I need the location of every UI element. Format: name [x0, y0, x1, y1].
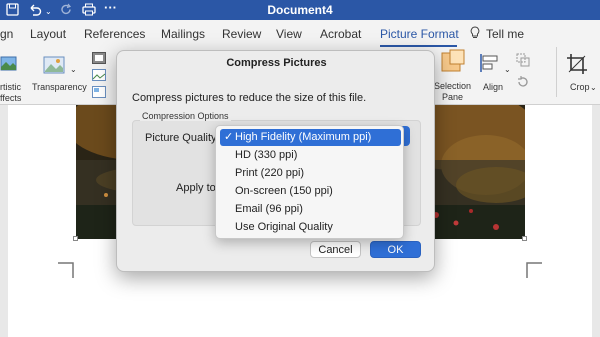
selection-pane-icon[interactable]: [440, 49, 466, 80]
align-label: Align: [483, 82, 504, 92]
picture-border-icon[interactable]: [92, 51, 106, 69]
artistic-effects-icon[interactable]: [0, 55, 18, 78]
resize-handle-bottom-left[interactable]: [73, 236, 78, 241]
dialog-title: Compress Pictures: [226, 57, 327, 69]
crop-dropdown-icon[interactable]: ⌄: [590, 82, 597, 93]
menu-item-label: Print (220 ppi): [235, 167, 305, 179]
tab-references[interactable]: References: [84, 27, 145, 41]
picture-quality-menu: ✓ High Fidelity (Maximum ppi) HD (330 pp…: [215, 125, 404, 239]
menu-item-label: High Fidelity (Maximum ppi): [235, 131, 372, 143]
cancel-button[interactable]: Cancel: [310, 241, 361, 258]
ribbon-divider: [556, 47, 557, 97]
transparency-label: Transparency: [32, 82, 87, 92]
checkmark-icon: ✓: [224, 131, 234, 143]
title-bar: ⌄ ··· Document4: [0, 0, 600, 20]
menu-item-original-quality[interactable]: Use Original Quality: [220, 219, 401, 236]
transparency-icon[interactable]: [43, 55, 67, 80]
tab-tell-me[interactable]: Tell me: [486, 27, 524, 41]
menu-item-print[interactable]: Print (220 ppi): [220, 165, 401, 182]
apply-to-label: Apply to: [176, 182, 216, 194]
crop-label: Crop: [570, 82, 590, 92]
ok-button[interactable]: OK: [370, 241, 421, 258]
margin-mark-right: [526, 262, 542, 278]
menu-item-email[interactable]: Email (96 ppi): [220, 201, 401, 218]
group-icon[interactable]: [516, 53, 530, 72]
tab-layout[interactable]: Layout: [30, 27, 66, 41]
selection-pane-label: Selection Pane: [434, 81, 472, 102]
tab-view[interactable]: View: [276, 27, 302, 41]
align-icon[interactable]: [479, 52, 501, 79]
margin-mark-left: [58, 262, 74, 278]
tab-review[interactable]: Review: [222, 27, 261, 41]
picture-effects-icon[interactable]: [92, 68, 106, 86]
crop-icon[interactable]: [566, 53, 588, 80]
rotate-icon[interactable]: [516, 75, 530, 94]
dialog-description: Compress pictures to reduce the size of …: [132, 92, 367, 104]
menu-item-label: Email (96 ppi): [235, 203, 303, 215]
resize-handle-bottom-right[interactable]: [522, 236, 527, 241]
document-title: Document4: [267, 3, 333, 17]
ribbon-tabs: gn Layout References Mailings Review Vie…: [0, 20, 600, 47]
picture-quality-label: Picture Quality: [145, 132, 217, 144]
tab-acrobat[interactable]: Acrobat: [320, 27, 361, 41]
menu-item-label: On-screen (150 ppi): [235, 185, 333, 197]
menu-item-hd[interactable]: HD (330 ppi): [220, 147, 401, 164]
compression-options-label: Compression Options: [140, 111, 231, 121]
tab-mailings[interactable]: Mailings: [161, 27, 205, 41]
menu-item-on-screen[interactable]: On-screen (150 ppi): [220, 183, 401, 200]
menu-item-label: HD (330 ppi): [235, 149, 298, 161]
tab-picture-format[interactable]: Picture Format: [380, 27, 459, 41]
align-dropdown-icon[interactable]: ⌄: [504, 64, 511, 75]
menu-item-label: Use Original Quality: [235, 221, 333, 233]
lightbulb-icon: [470, 26, 480, 42]
artistic-effects-label: rtistic ffects: [0, 82, 22, 103]
tab-design[interactable]: gn: [0, 27, 13, 41]
picture-layout-icon[interactable]: [92, 85, 106, 103]
transparency-dropdown-icon[interactable]: ⌄: [70, 64, 77, 75]
menu-item-high-fidelity[interactable]: ✓ High Fidelity (Maximum ppi): [220, 129, 401, 146]
